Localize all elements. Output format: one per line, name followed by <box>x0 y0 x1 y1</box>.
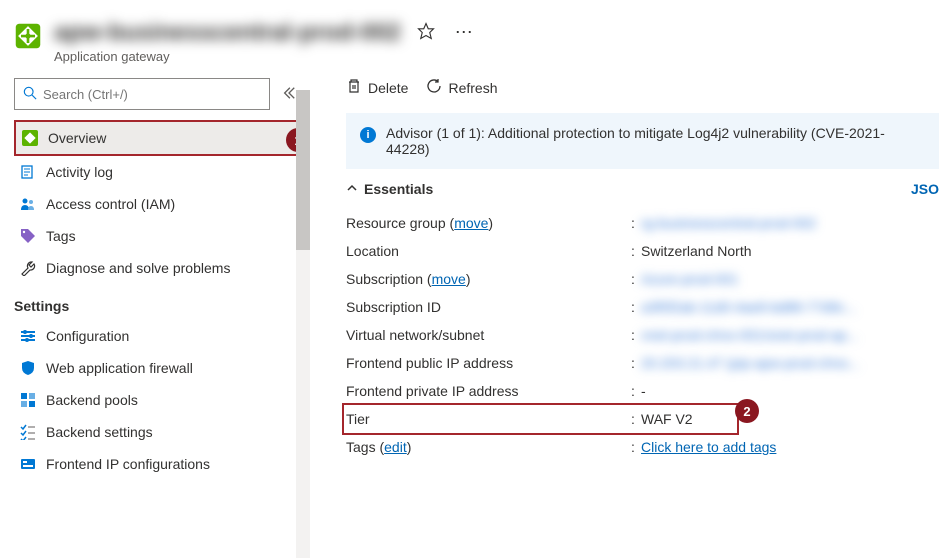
sidebar-item-configuration[interactable]: Configuration <box>14 320 302 352</box>
app-gateway-icon <box>14 22 42 50</box>
essentials-row: Subscription (move):Azure-prod-001 <box>346 265 939 293</box>
essentials-label: Location <box>346 243 631 259</box>
value-link[interactable]: Click here to add tags <box>641 439 776 455</box>
sidebar-item-label: Diagnose and solve problems <box>46 260 230 276</box>
page-header: apw-businesscentral-prod-002 ⋯ Applicati… <box>0 0 939 72</box>
essentials-value: Switzerland North <box>641 243 939 259</box>
sidebar-item-activity-log[interactable]: Activity log <box>14 156 302 188</box>
essentials-label: Virtual network/subnet <box>346 327 631 343</box>
main-panel: Delete Refresh i Advisor (1 of 1): Addit… <box>310 72 939 558</box>
trash-icon <box>346 78 362 97</box>
sidebar-item-label: Frontend IP configurations <box>46 456 210 472</box>
settings-section-header: Settings <box>14 284 302 320</box>
resource-type: Application gateway <box>54 49 939 64</box>
essentials-value[interactable]: rg-businesscentral-prod-002 <box>641 215 939 231</box>
essentials-row: Virtual network/subnet:vnet-prod-chno-00… <box>346 321 939 349</box>
label-action-link[interactable]: move <box>454 215 488 231</box>
sidebar-item-label: Backend settings <box>46 424 153 440</box>
pool-icon <box>20 392 36 408</box>
essentials-value: - <box>641 383 939 399</box>
essentials-label: Tags (edit) <box>346 439 631 455</box>
essentials-value: WAF V2 <box>641 411 939 427</box>
essentials-row: Frontend public IP address:20.203.21.47 … <box>346 349 939 377</box>
json-view-link[interactable]: JSO <box>911 181 939 197</box>
tag-icon <box>20 228 36 244</box>
chevron-up-icon <box>346 181 358 197</box>
sidebar-item-label: Access control (IAM) <box>46 196 175 212</box>
essentials-label: Frontend public IP address <box>346 355 631 371</box>
search-input[interactable] <box>43 87 261 102</box>
essentials-label: Subscription ID <box>346 299 631 315</box>
callout-badge: 2 <box>735 399 759 423</box>
toolbar: Delete Refresh <box>346 78 939 97</box>
essentials-label: Tier <box>346 411 631 427</box>
sidebar-item-backend-settings[interactable]: Backend settings <box>14 416 302 448</box>
label-action-link[interactable]: edit <box>384 439 407 455</box>
refresh-icon <box>426 78 442 97</box>
more-button[interactable]: ⋯ <box>451 18 479 47</box>
essentials-label: Resource group (move) <box>346 215 631 231</box>
sidebar-item-label: Web application firewall <box>46 360 193 376</box>
sidebar-item-label: Configuration <box>46 328 129 344</box>
essentials-row: Location:Switzerland North <box>346 237 939 265</box>
search-box[interactable] <box>14 78 270 110</box>
advisor-banner[interactable]: i Advisor (1 of 1): Additional protectio… <box>346 113 939 169</box>
essentials-row: Subscription ID:a3f0f2ab-11d0-4ae8-bd88-… <box>346 293 939 321</box>
favorite-button[interactable] <box>413 18 439 47</box>
search-icon <box>23 86 37 103</box>
essentials-row: Tags (edit):Click here to add tags <box>346 433 939 461</box>
info-icon: i <box>360 127 376 143</box>
essentials-value[interactable]: Click here to add tags <box>641 439 939 455</box>
essentials-row: Tier:WAF V22 <box>346 405 939 433</box>
essentials-row: Frontend private IP address:- <box>346 377 939 405</box>
sidebar-item-label: Activity log <box>46 164 113 180</box>
essentials-header[interactable]: Essentials JSO <box>346 181 939 197</box>
sidebar-item-label: Tags <box>46 228 76 244</box>
sidebar-item-diagnose[interactable]: Diagnose and solve problems <box>14 252 302 284</box>
label-action-link[interactable]: move <box>432 271 466 287</box>
sidebar-item-access-control[interactable]: Access control (IAM) <box>14 188 302 220</box>
checklist-icon <box>20 424 36 440</box>
essentials-label: Frontend private IP address <box>346 383 631 399</box>
essentials-table: Resource group (move):rg-businesscentral… <box>346 209 939 461</box>
log-icon <box>20 164 36 180</box>
essentials-value[interactable]: Azure-prod-001 <box>641 271 939 287</box>
sidebar-item-waf[interactable]: Web application firewall <box>14 352 302 384</box>
essentials-row: Resource group (move):rg-businesscentral… <box>346 209 939 237</box>
essentials-value[interactable]: a3f0f2ab-11d0-4ae8-bd88-77d9c... <box>641 299 939 315</box>
advisor-text: Advisor (1 of 1): Additional protection … <box>386 125 925 157</box>
sidebar-item-overview[interactable]: Overview 1 <box>14 120 302 156</box>
essentials-value[interactable]: 20.203.21.47 (pip-apw-prod-chno... <box>641 355 939 371</box>
sidebar-item-label: Backend pools <box>46 392 138 408</box>
essentials-value[interactable]: vnet-prod-chno-001/snet-prod-ap... <box>641 327 939 343</box>
sidebar-scrollbar[interactable] <box>296 90 310 558</box>
sliders-icon <box>20 328 36 344</box>
ip-icon <box>20 456 36 472</box>
wrench-icon <box>20 260 36 276</box>
sidebar-item-frontend-ip[interactable]: Frontend IP configurations <box>14 448 302 480</box>
sidebar-item-backend-pools[interactable]: Backend pools <box>14 384 302 416</box>
people-icon <box>20 196 36 212</box>
sidebar-item-tags[interactable]: Tags <box>14 220 302 252</box>
delete-button[interactable]: Delete <box>346 78 408 97</box>
sidebar: Overview 1 Activity log Access control (… <box>0 72 310 558</box>
refresh-button[interactable]: Refresh <box>426 78 497 97</box>
sidebar-item-label: Overview <box>48 130 106 146</box>
essentials-label: Subscription (move) <box>346 271 631 287</box>
shield-icon <box>20 360 36 376</box>
resource-title: apw-businesscentral-prod-002 <box>54 19 401 47</box>
app-gateway-icon <box>22 130 38 146</box>
